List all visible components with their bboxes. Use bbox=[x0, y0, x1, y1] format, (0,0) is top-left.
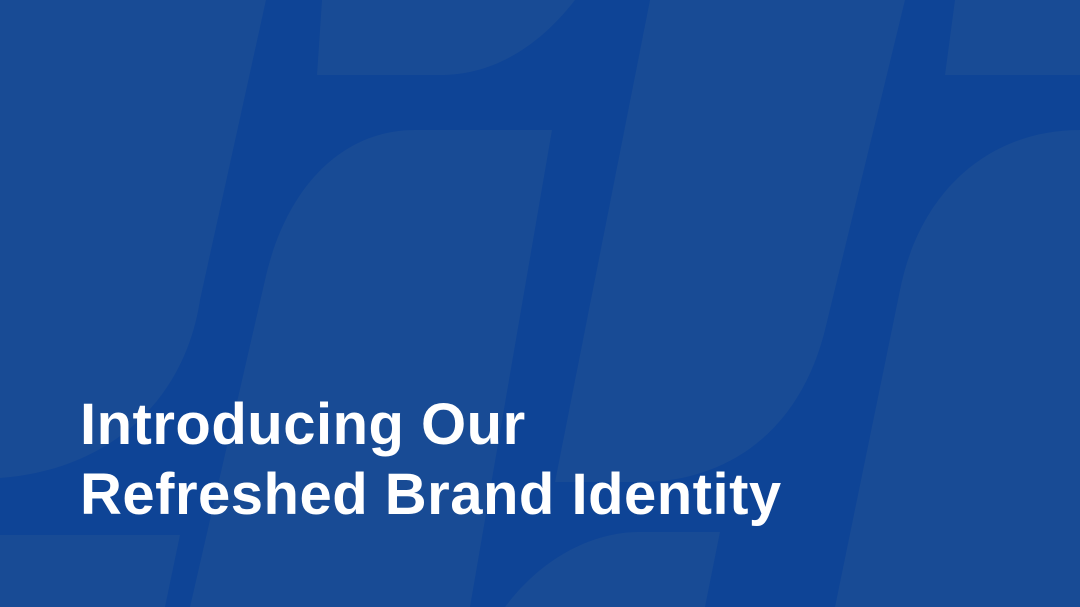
pattern-shape bbox=[0, 535, 180, 607]
title-line-2: Refreshed Brand Identity bbox=[80, 462, 782, 527]
pattern-shape bbox=[505, 532, 720, 607]
pattern-shape bbox=[317, 0, 575, 75]
title-line-1: Introducing Our bbox=[80, 392, 526, 457]
pattern-shape bbox=[190, 130, 552, 607]
pattern-shape bbox=[835, 130, 1080, 607]
slide-title: Introducing Our Refreshed Brand Identity bbox=[80, 390, 782, 530]
pattern-shape bbox=[945, 0, 1080, 75]
